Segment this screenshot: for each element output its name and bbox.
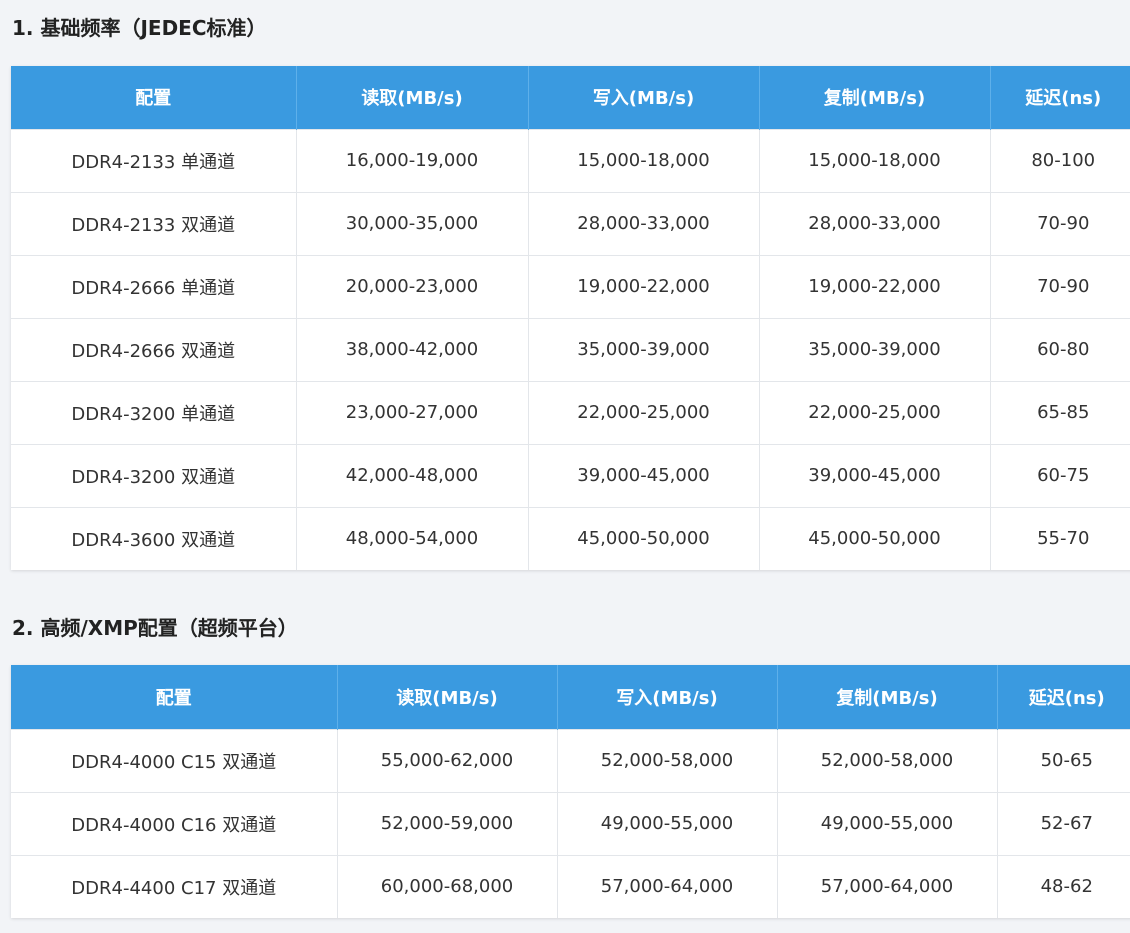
cell-copy: 39,000-45,000 <box>759 443 991 507</box>
cell-config: DDR4-2666 单通道 <box>11 254 297 318</box>
cell-write: 28,000-33,000 <box>528 191 760 255</box>
cell-read: 23,000-27,000 <box>296 380 529 444</box>
cell-config: DDR4-3200 单通道 <box>11 380 297 444</box>
table-jedec: 配置 读取(MB/s) 写入(MB/s) 复制(MB/s) 延迟(ns) DDR4-21… <box>11 66 1130 570</box>
cell-write: 15,000-18,000 <box>528 128 760 192</box>
cell-write: 39,000-45,000 <box>528 443 760 507</box>
cell-read: 38,000-42,000 <box>296 317 529 381</box>
cell-write: 35,000-39,000 <box>528 317 760 381</box>
section-title-jedec: 1. 基础频率（JEDEC标准） <box>12 16 267 40</box>
cell-read: 55,000-62,000 <box>337 728 558 792</box>
cell-copy: 35,000-39,000 <box>759 317 991 381</box>
cell-config: DDR4-2666 双通道 <box>11 317 297 381</box>
page: 1. 基础频率（JEDEC标准） 配置 读取(MB/s) 写入(MB/s) 复制(MB… <box>0 0 1130 933</box>
cell-copy: 57,000-64,000 <box>777 854 998 918</box>
cell-latency: 48-62 <box>997 854 1130 918</box>
table-row: DDR4-2666 单通道 20,000-23,000 19,000-22,000 1… <box>11 254 1130 318</box>
table-row: DDR4-2133 双通道 30,000-35,000 28,000-33,000 2… <box>11 191 1130 255</box>
column-header-read: 读取(MB/s) <box>296 66 529 129</box>
column-header-write: 写入(MB/s) <box>557 665 778 729</box>
column-header-latency: 延迟(ns) <box>990 66 1130 129</box>
column-header-copy: 复制(MB/s) <box>759 66 991 129</box>
cell-read: 20,000-23,000 <box>296 254 529 318</box>
cell-copy: 45,000-50,000 <box>759 506 991 570</box>
table-xmp-container: 配置 读取(MB/s) 写入(MB/s) 复制(MB/s) 延迟(ns) DDR4-40… <box>11 665 1130 918</box>
cell-write: 22,000-25,000 <box>528 380 760 444</box>
cell-config: DDR4-2133 双通道 <box>11 191 297 255</box>
table-header-row: 配置 读取(MB/s) 写入(MB/s) 复制(MB/s) 延迟(ns) <box>11 66 1130 129</box>
section-title-xmp: 2. 高频/XMP配置（超频平台） <box>12 616 298 640</box>
cell-copy: 52,000-58,000 <box>777 728 998 792</box>
cell-config: DDR4-4000 C16 双通道 <box>11 791 338 855</box>
cell-latency: 52-67 <box>997 791 1130 855</box>
cell-latency: 50-65 <box>997 728 1130 792</box>
cell-config: DDR4-4400 C17 双通道 <box>11 854 338 918</box>
cell-read: 30,000-35,000 <box>296 191 529 255</box>
cell-write: 45,000-50,000 <box>528 506 760 570</box>
cell-config: DDR4-2133 单通道 <box>11 128 297 192</box>
cell-latency: 70-90 <box>990 191 1130 255</box>
table-row: DDR4-3600 双通道 48,000-54,000 45,000-50,000 4… <box>11 506 1130 570</box>
table-row: DDR4-4000 C16 双通道 52,000-59,000 49,000-55,… <box>11 791 1130 855</box>
cell-copy: 49,000-55,000 <box>777 791 998 855</box>
cell-copy: 22,000-25,000 <box>759 380 991 444</box>
cell-latency: 65-85 <box>990 380 1130 444</box>
column-header-copy: 复制(MB/s) <box>777 665 998 729</box>
cell-latency: 60-75 <box>990 443 1130 507</box>
column-header-latency: 延迟(ns) <box>997 665 1130 729</box>
cell-read: 16,000-19,000 <box>296 128 529 192</box>
cell-copy: 19,000-22,000 <box>759 254 991 318</box>
cell-config: DDR4-4000 C15 双通道 <box>11 728 338 792</box>
cell-latency: 80-100 <box>990 128 1130 192</box>
table-row: DDR4-4000 C15 双通道 55,000-62,000 52,000-58,… <box>11 728 1130 792</box>
cell-latency: 70-90 <box>990 254 1130 318</box>
column-header-config: 配置 <box>11 66 297 129</box>
table-header-row: 配置 读取(MB/s) 写入(MB/s) 复制(MB/s) 延迟(ns) <box>11 665 1130 729</box>
cell-read: 42,000-48,000 <box>296 443 529 507</box>
column-header-write: 写入(MB/s) <box>528 66 760 129</box>
cell-copy: 28,000-33,000 <box>759 191 991 255</box>
cell-latency: 55-70 <box>990 506 1130 570</box>
column-header-read: 读取(MB/s) <box>337 665 558 729</box>
cell-write: 49,000-55,000 <box>557 791 778 855</box>
table-row: DDR4-3200 单通道 23,000-27,000 22,000-25,000 2… <box>11 380 1130 444</box>
table-row: DDR4-2133 单通道 16,000-19,000 15,000-18,000 1… <box>11 128 1130 192</box>
cell-read: 60,000-68,000 <box>337 854 558 918</box>
cell-read: 48,000-54,000 <box>296 506 529 570</box>
table-row: DDR4-3200 双通道 42,000-48,000 39,000-45,000 3… <box>11 443 1130 507</box>
table-row: DDR4-4400 C17 双通道 60,000-68,000 57,000-64,… <box>11 854 1130 918</box>
table-xmp: 配置 读取(MB/s) 写入(MB/s) 复制(MB/s) 延迟(ns) DDR4-40… <box>11 665 1130 918</box>
cell-copy: 15,000-18,000 <box>759 128 991 192</box>
cell-config: DDR4-3600 双通道 <box>11 506 297 570</box>
cell-read: 52,000-59,000 <box>337 791 558 855</box>
cell-config: DDR4-3200 双通道 <box>11 443 297 507</box>
cell-write: 57,000-64,000 <box>557 854 778 918</box>
cell-write: 19,000-22,000 <box>528 254 760 318</box>
table-row: DDR4-2666 双通道 38,000-42,000 35,000-39,000 3… <box>11 317 1130 381</box>
column-header-config: 配置 <box>11 665 338 729</box>
table-jedec-container: 配置 读取(MB/s) 写入(MB/s) 复制(MB/s) 延迟(ns) DDR4-21… <box>11 66 1130 570</box>
cell-latency: 60-80 <box>990 317 1130 381</box>
cell-write: 52,000-58,000 <box>557 728 778 792</box>
